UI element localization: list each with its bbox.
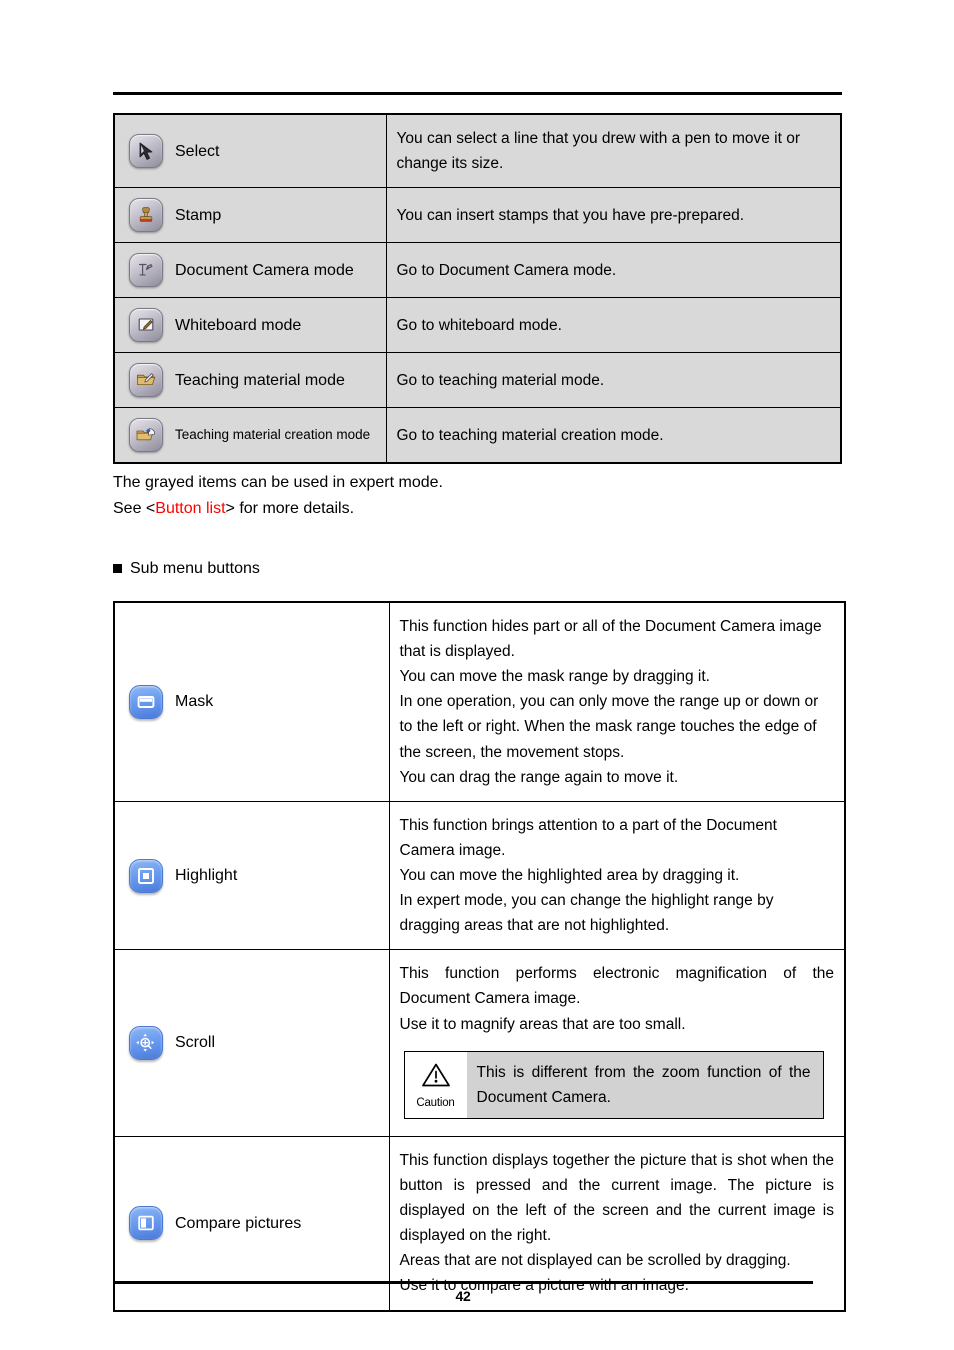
compare-pictures-icon [129,1206,163,1241]
table-row: Mask This function hides part or all of … [113,601,846,802]
description-paragraph: This function displays together the pict… [399,1151,835,1245]
header-rule [113,92,842,95]
submenu-row-description: This function brings attention to a part… [390,802,845,950]
submenu-row-icon-cell: Mask [113,601,390,802]
table-row: Document Camera mode Go to Document Came… [113,242,842,299]
mode-row-description: You can select a line that you drew with… [396,130,801,173]
caution-word: Caution [416,1097,455,1110]
submenu-row-icon-cell: Highlight [113,800,390,951]
submenu-row-description: This function hides part or all of the D… [390,603,845,801]
mode-buttons-table: Select You can select a line that you dr… [113,113,842,465]
mode-row-label: Select [175,142,220,160]
description-paragraph: In expert mode, you can change the highl… [399,892,774,935]
submenu-section-heading: Sub menu buttons [113,556,260,582]
table-row: Teaching material mode Go to teaching ma… [113,352,842,409]
see-suffix: > for more details. [225,500,355,517]
mode-row-icon-cell: Select [113,113,387,189]
document-camera-icon [129,253,163,288]
mode-row-icon-cell: Teaching material mode [113,352,387,409]
description-paragraph: This function brings attention to a part… [399,816,777,859]
submenu-row-desc-cell: This function hides part or all of the D… [388,601,846,802]
button-list-reference: See <Button list> for more details. [113,496,354,522]
square-bullet-icon [113,564,122,574]
submenu-row-label: Highlight [175,866,238,884]
mode-row-description: You can insert stamps that you have pre-… [396,206,745,224]
submenu-row-desc-cell: This function displays together the pict… [388,1135,846,1312]
mask-icon [129,684,163,719]
whiteboard-icon [129,308,163,343]
see-prefix: See < [113,500,156,517]
mode-row-description: Go to teaching material mode. [396,371,605,389]
mode-row-description: Go to Document Camera mode. [396,261,617,279]
page-number: 42 [455,1288,471,1304]
mode-row-desc-cell: You can select a line that you drew with… [385,113,842,189]
submenu-buttons-table: Mask This function hides part or all of … [113,601,846,1312]
mode-row-desc-cell: Go to teaching material creation mode. [385,407,842,464]
mode-row-icon-cell: Document Camera mode [113,242,387,299]
submenu-row-desc-cell: This function performs electronic magnif… [388,949,846,1137]
highlight-icon [129,858,163,893]
mode-row-icon-cell: Teaching material creation mode [113,407,387,464]
submenu-row-label: Mask [175,693,214,711]
description-paragraph: This function hides part or all of the D… [399,618,822,661]
select-arrow-icon [129,134,163,169]
submenu-row-desc-cell: This function brings attention to a part… [388,800,846,951]
mode-row-description: Go to whiteboard mode. [396,316,562,334]
footer-rule [113,1281,813,1284]
mode-row-icon-cell: Whiteboard mode [113,297,387,354]
mode-row-label: Teaching material mode [175,371,345,389]
document-page: Select You can select a line that you dr… [0,0,954,1350]
button-list-link[interactable]: Button list [155,500,225,517]
table-row: Stamp You can insert stamps that you hav… [113,187,842,244]
submenu-row-label: Scroll [175,1034,216,1052]
submenu-row-description: This function performs electronic magnif… [390,950,845,1136]
mode-row-desc-cell: Go to teaching material mode. [385,352,842,409]
mode-row-desc-cell: Go to whiteboard mode. [385,297,842,354]
mode-row-label: Teaching material creation mode [175,427,371,443]
scroll-magnify-icon [129,1026,163,1061]
teaching-material-folder-icon [129,363,163,398]
caution-box: Caution This is different from the zoom … [403,1050,824,1119]
mode-row-label: Stamp [175,206,222,224]
mode-row-icon-cell: Stamp [113,187,387,244]
teaching-material-creation-folder-icon [129,418,163,453]
warning-triangle-icon [421,1062,451,1096]
description-paragraph: This function performs electronic magnif… [399,965,835,1008]
table-row: Whiteboard mode Go to whiteboard mode. [113,297,842,354]
submenu-row-icon-cell: Scroll [113,949,390,1137]
mode-row-desc-cell: Go to Document Camera mode. [385,242,842,299]
table-row: Highlight This function brings attention… [113,800,846,951]
table-row: Scroll This function performs electronic… [113,949,846,1137]
table-row: Teaching material creation mode Go to te… [113,407,842,464]
expert-mode-note: The grayed items can be used in expert m… [113,474,443,491]
description-paragraph: You can move the mask range by dragging … [399,668,710,686]
mode-row-desc-cell: You can insert stamps that you have pre-… [385,187,842,244]
mode-row-label: Document Camera mode [175,261,354,279]
table-row: Select You can select a line that you dr… [113,113,842,189]
description-paragraph: Areas that are not displayed can be scro… [399,1252,791,1270]
mode-row-label: Whiteboard mode [175,316,302,334]
table-row: Compare pictures This function displays … [113,1135,846,1312]
submenu-row-label: Compare pictures [175,1214,302,1232]
stamp-icon [129,198,163,233]
description-paragraph: You can drag the range again to move it. [399,768,679,786]
mode-row-description: Go to teaching material creation mode. [396,426,664,444]
caution-text: This is different from the zoom function… [476,1063,811,1106]
submenu-section-label: Sub menu buttons [130,560,260,577]
description-paragraph: Use it to magnify areas that are too sma… [399,1015,686,1033]
description-paragraph: You can move the highlighted area by dra… [399,866,740,884]
submenu-row-icon-cell: Compare pictures [113,1135,390,1312]
description-paragraph: In one operation, you can only move the … [399,693,819,761]
caution-label-area: Caution [404,1051,467,1118]
